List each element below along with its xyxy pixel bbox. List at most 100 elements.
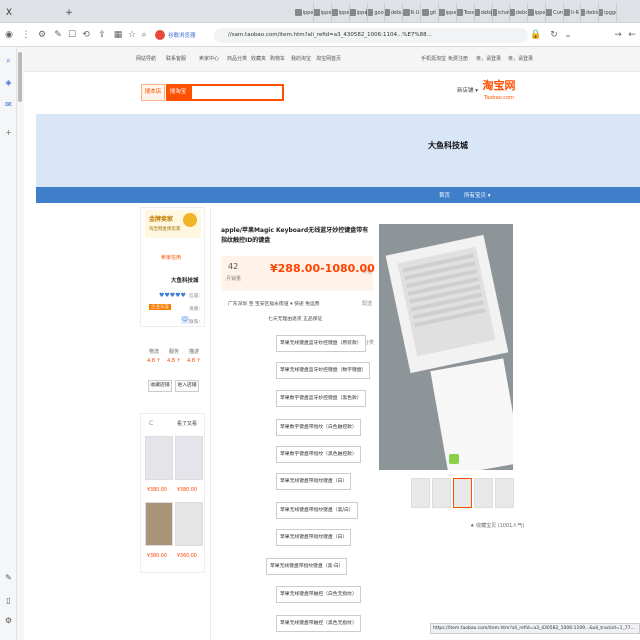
topnav-link[interactable]: 联系客服 <box>166 55 186 62</box>
topnav-link[interactable]: 免费注册 <box>448 55 468 62</box>
browser-tab[interactable]: ippe <box>349 3 368 22</box>
sku-option[interactable]: 苹果无线键盘带触控（白色无指纹） <box>276 586 361 603</box>
add-icon[interactable]: + <box>3 127 14 138</box>
sku-option[interactable]: 苹果无线键盘带触控（黑色无指纹） <box>276 615 361 632</box>
browser-badge-text[interactable]: 谷歌浏览器 <box>168 31 196 39</box>
topnav-link[interactable]: 网站导航 <box>136 55 156 62</box>
sku-option[interactable]: 苹果数字键盘带指纹（白色触控款） <box>276 419 361 436</box>
refresh-icon[interactable]: ↻ <box>548 29 560 41</box>
recommend-item-image[interactable] <box>145 436 173 480</box>
sku-option[interactable]: 苹果无线键盘带指纹键盘（黑·白） <box>266 558 348 575</box>
browser-tab[interactable]: debu <box>384 3 403 22</box>
panel-icon[interactable]: ▯ <box>3 595 14 606</box>
tab-label: ippe <box>534 9 546 16</box>
mail-icon[interactable]: ✉ <box>3 99 14 110</box>
recommend-item-image[interactable] <box>175 502 203 546</box>
browser-tab[interactable]: li-R <box>562 3 581 22</box>
favorite-item-link[interactable]: ★ 收藏宝贝 (1001人气) <box>470 522 524 529</box>
topnav-link[interactable]: 淘宝网首页 <box>316 55 341 62</box>
enter-shop-button[interactable]: 进入店铺 <box>175 380 199 392</box>
taobao-logo[interactable]: 淘宝网 Taobao.com <box>478 80 520 106</box>
sku-option[interactable]: 苹果数字键盘蓝牙妙控键盘（黑色款） <box>276 390 366 407</box>
settings-icon[interactable]: ⚙ <box>36 29 48 41</box>
service-promise: 七天无理由退货 正品保证 <box>268 317 323 322</box>
sku-option[interactable]: 苹果无线键盘带指纹键盘（白） <box>276 529 352 546</box>
refresh-icon[interactable]: C <box>149 420 153 427</box>
wangwang-icon[interactable]: ☺ <box>181 316 189 324</box>
sku-option[interactable]: 苹果无线键盘带指纹键盘（黑/白） <box>276 502 358 519</box>
translate-icon[interactable]: ▦ <box>112 29 124 41</box>
back-icon[interactable]: → <box>612 29 624 41</box>
browser-tab[interactable]: goo <box>366 3 385 22</box>
search-taobao-button[interactable]: 搜淘宝 <box>166 84 190 101</box>
topnav-link[interactable]: 亲，请登录 <box>476 55 501 62</box>
chevron-down-icon[interactable]: ⌄ <box>562 29 574 41</box>
browser-tab[interactable]: debio <box>580 3 599 22</box>
favorite-shop-button[interactable]: 收藏店铺 <box>148 380 172 392</box>
topnav-link[interactable]: 收藏夹 <box>251 55 266 62</box>
product-thumbnail[interactable] <box>432 478 451 508</box>
search-icon[interactable]: ⌕ <box>3 55 14 66</box>
recommend-item-image[interactable] <box>175 436 203 480</box>
browser-tab[interactable]: git <box>420 3 439 22</box>
forward-icon[interactable]: ← <box>626 29 638 41</box>
browser-tab[interactable]: ipggc <box>598 3 617 22</box>
share-icon[interactable]: ⇪ <box>96 29 108 41</box>
address-bar[interactable]: //sam.taobao.com/item.htm?ali_refid=a3_4… <box>214 28 528 43</box>
browser-tab[interactable]: ippe <box>313 3 332 22</box>
window-close-button[interactable]: X <box>0 3 18 22</box>
scrollbar[interactable] <box>17 47 24 640</box>
pen-icon[interactable]: ✎ <box>3 572 14 583</box>
browser-tab[interactable]: ippe <box>331 3 350 22</box>
shop-name[interactable]: 大鱼科技城 <box>171 276 199 284</box>
search-shop-button[interactable]: 搜本店 <box>141 84 165 101</box>
product-thumbnail[interactable] <box>453 478 472 508</box>
sku-option[interactable]: 苹果数字键盘带指纹（黑色触控款） <box>276 446 361 463</box>
tab-label: debo <box>515 9 528 16</box>
logo-sub: Taobao.com <box>484 95 514 101</box>
tab-label: ippe <box>320 9 332 16</box>
tab-label: Cun <box>553 9 563 16</box>
browser-tab[interactable]: ichat <box>491 3 510 22</box>
browser-tab[interactable]: debo <box>474 3 493 22</box>
new-tab-button[interactable]: + <box>64 3 74 22</box>
sku-option[interactable]: 苹果无线键盘蓝牙妙控键盘（数字键盘） <box>276 362 371 379</box>
topnav-link[interactable]: 亲，请登录 <box>508 55 533 62</box>
topnav-link[interactable]: 商品分类 <box>227 55 247 62</box>
browser-tab[interactable]: ippe <box>438 3 457 22</box>
search-icon[interactable]: ⌕ <box>138 29 150 41</box>
browser-tab[interactable]: ippe <box>295 3 314 22</box>
shipping-text[interactable]: 广东深圳 至 宝安区福永街道 ▾ 快递 免运费 <box>228 300 358 307</box>
topnav-link[interactable]: 手机逛淘宝 <box>421 55 446 62</box>
product-main-image[interactable] <box>379 224 513 470</box>
topnav-link[interactable]: 购物车 <box>270 55 285 62</box>
search-input[interactable] <box>190 84 284 101</box>
browser-tab[interactable]: debo <box>509 3 528 22</box>
browser-tab[interactable]: Cun <box>545 3 564 22</box>
product-thumbnail[interactable] <box>411 478 430 508</box>
menu-icon[interactable]: ⋮ <box>20 29 32 41</box>
product-thumbnail[interactable] <box>474 478 493 508</box>
browser-tab[interactable]: ippe <box>527 3 546 22</box>
extension-icon[interactable]: ✎ <box>52 29 64 41</box>
star-icon[interactable]: ☆ <box>126 29 138 41</box>
gear-icon[interactable]: ⚙ <box>3 615 14 626</box>
collection-icon[interactable]: ◈ <box>3 77 14 88</box>
sku-option[interactable]: 苹果无线键盘蓝牙妙控键盘（原装款） <box>276 335 366 352</box>
browser-tab[interactable]: Toss <box>456 3 475 22</box>
shop-nav-all-items[interactable]: 所有宝贝 ▾ <box>464 191 491 199</box>
bookmark-icon[interactable]: ☐ <box>66 29 78 41</box>
recommend-item-image[interactable] <box>145 502 173 546</box>
new-store-dropdown[interactable]: 新店铺 ▾ <box>457 86 478 94</box>
scrollbar-thumb[interactable] <box>18 52 22 102</box>
history-icon[interactable]: ⟲ <box>80 29 92 41</box>
topnav-link[interactable]: 我的淘宝 <box>291 55 311 62</box>
shop-banner-title[interactable]: 大鱼科技城 <box>428 140 468 151</box>
profile-icon[interactable]: ◉ <box>3 29 15 41</box>
sku-option[interactable]: 苹果无线键盘带指纹键盘（白） <box>276 473 352 490</box>
topnav-link[interactable]: 卖家中心 <box>199 55 219 62</box>
product-thumbnail[interactable] <box>495 478 514 508</box>
shop-info-card: 金牌卖家 淘宝网金牌卖家 卖家信用 大鱼科技城 信誉： ♥♥♥♥♥ 资质： 企业… <box>140 207 205 327</box>
shop-nav-home[interactable]: 首页 <box>439 191 450 199</box>
browser-tab[interactable]: R·U <box>402 3 421 22</box>
